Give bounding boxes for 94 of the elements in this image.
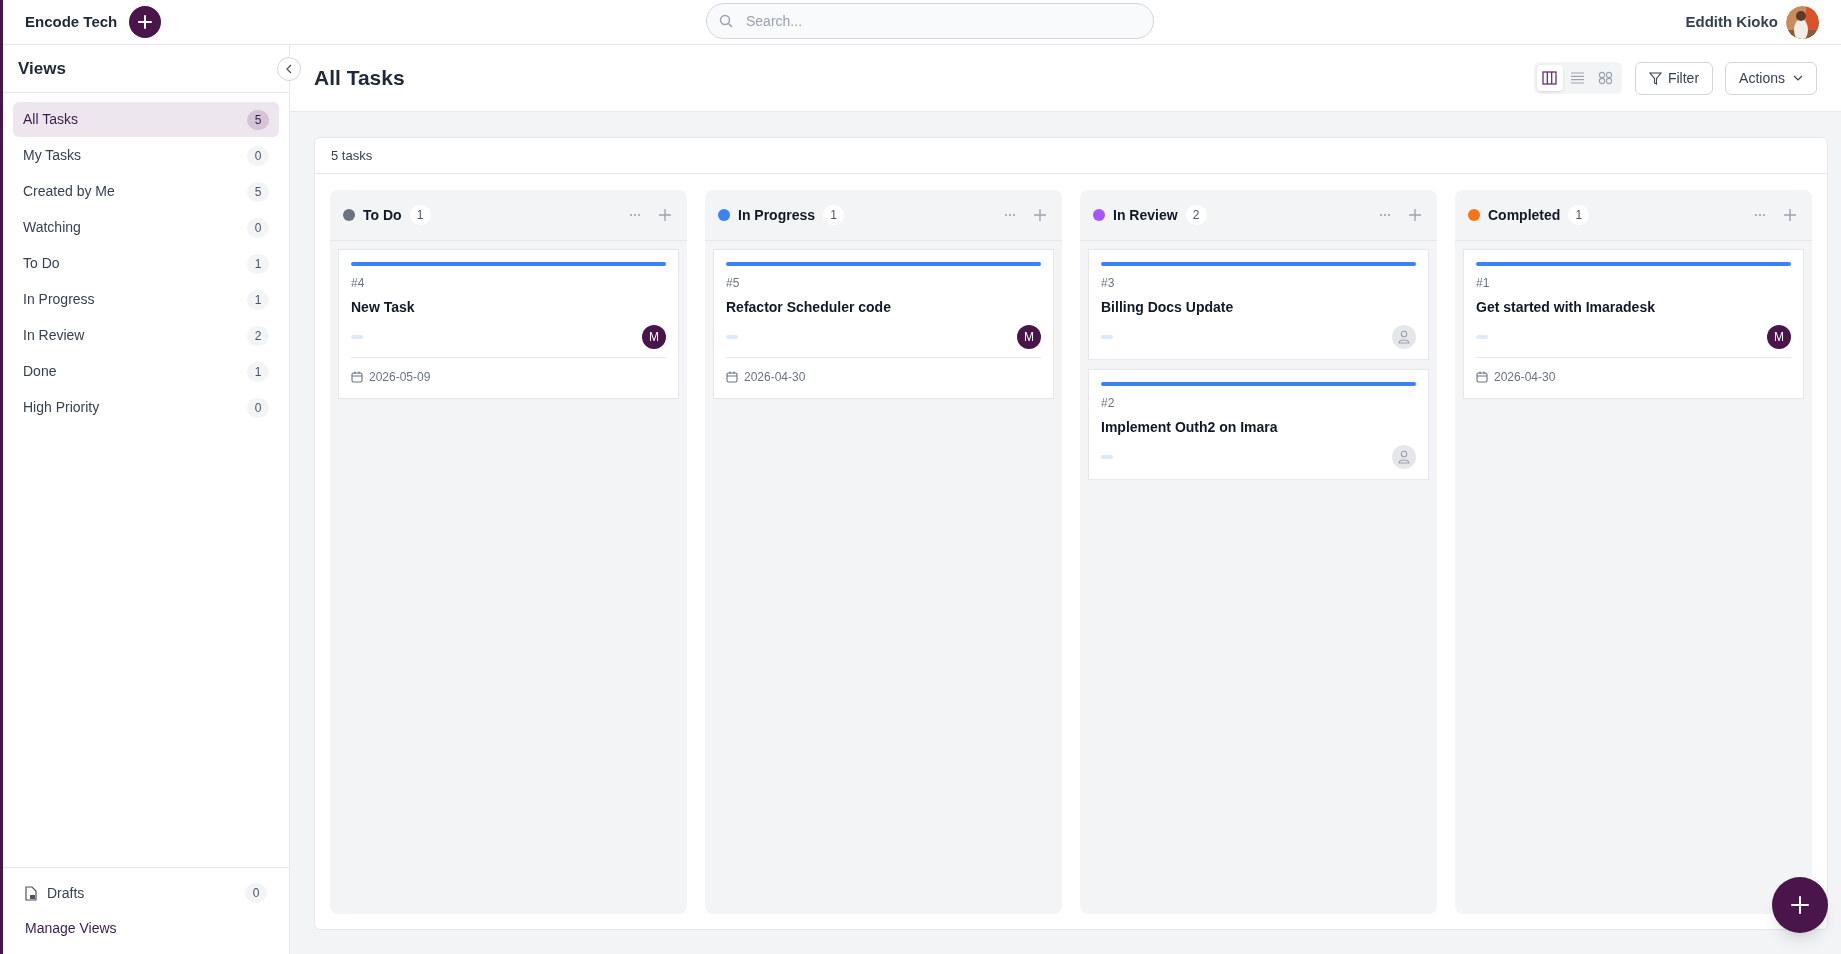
workspace-name: Encode Tech <box>25 11 118 32</box>
count-badge: 5 <box>247 181 269 202</box>
count-badge: 2 <box>1185 205 1207 225</box>
assignee-avatar: M <box>1017 325 1041 349</box>
more-icon <box>1379 213 1391 217</box>
more-icon <box>1754 213 1766 217</box>
count-badge: 0 <box>247 145 269 166</box>
due-date: 2026-04-30 <box>744 369 806 386</box>
filter-button[interactable]: Filter <box>1634 61 1714 95</box>
grid-icon <box>1598 71 1614 85</box>
drafts-item[interactable]: Drafts 0 <box>13 878 279 908</box>
task-title: Billing Docs Update <box>1101 298 1235 317</box>
task-number: #4 <box>351 275 366 292</box>
sidebar-item[interactable]: My Tasks 0 <box>13 138 279 173</box>
add-card-button[interactable] <box>656 206 674 224</box>
calendar-icon <box>726 371 738 383</box>
sidebar-item[interactable]: Done 1 <box>13 354 279 389</box>
task-count: 5 tasks <box>331 146 373 165</box>
task-card[interactable]: #4 New Task M 2026-05-09 <box>338 249 679 399</box>
chevron-left-icon <box>285 64 293 74</box>
sidebar-item[interactable]: Created by Me 5 <box>13 174 279 209</box>
actions-button[interactable]: Actions <box>1725 61 1817 95</box>
count-badge: 1 <box>823 205 845 225</box>
count-badge: 1 <box>247 361 269 382</box>
tag-chip <box>1101 455 1113 459</box>
task-title: New Task <box>351 298 416 317</box>
user-name: Eddith Kioko <box>1685 11 1778 32</box>
assignee-avatar: M <box>1767 325 1791 349</box>
sidebar-item[interactable]: Watching 0 <box>13 210 279 245</box>
task-number: #1 <box>1476 275 1491 292</box>
due-date: 2026-05-09 <box>369 369 431 386</box>
plus-icon <box>1790 895 1810 915</box>
add-card-button[interactable] <box>1031 206 1049 224</box>
assignee-avatar: M <box>642 325 666 349</box>
count-badge: 0 <box>247 217 269 238</box>
column-title: In Review <box>1113 205 1178 225</box>
task-card[interactable]: #1 Get started with Imaradesk M 2026-04-30 <box>1463 249 1804 399</box>
columns-icon <box>1542 71 1558 85</box>
plus-icon <box>1409 209 1421 221</box>
task-title: Get started with Imaradesk <box>1476 298 1656 317</box>
calendar-icon <box>351 371 363 383</box>
task-number: #5 <box>726 275 741 292</box>
count-badge: 0 <box>245 883 267 903</box>
collapse-button[interactable] <box>277 57 301 81</box>
tag-chip <box>1101 335 1113 339</box>
count-badge: 1 <box>247 289 269 310</box>
count-badge: 1 <box>409 205 431 225</box>
search-field[interactable]: Search... <box>706 3 1154 39</box>
task-card[interactable]: #2 Implement Outh2 on Imara <box>1088 369 1429 480</box>
calendar-icon <box>1476 371 1488 383</box>
document-icon <box>25 885 37 901</box>
tag-chip <box>726 335 738 339</box>
task-title: Refactor Scheduler code <box>726 298 892 317</box>
due-date: 2026-04-30 <box>1494 369 1556 386</box>
person-icon <box>1398 330 1410 344</box>
sidebar-item[interactable]: In Review 2 <box>13 318 279 353</box>
plus-icon <box>1034 209 1046 221</box>
task-number: #2 <box>1101 395 1116 412</box>
column-title: In Progress <box>738 205 816 225</box>
add-card-button[interactable] <box>1406 206 1424 224</box>
count-badge: 1 <box>1568 205 1590 225</box>
plus-icon <box>138 15 153 29</box>
page-title: All Tasks <box>314 65 405 92</box>
sidebar-item[interactable]: All Tasks 5 <box>13 102 279 137</box>
task-card[interactable]: #3 Billing Docs Update <box>1088 249 1429 360</box>
search-icon <box>719 14 733 28</box>
sidebar-item[interactable]: To Do 1 <box>13 246 279 281</box>
count-badge: 5 <box>247 109 269 130</box>
sidebar-item[interactable]: In Progress 1 <box>13 282 279 317</box>
add-button[interactable] <box>129 6 162 38</box>
person-icon <box>1398 450 1410 464</box>
add-card-button[interactable] <box>1781 206 1799 224</box>
count-badge: 1 <box>247 253 269 274</box>
column-title: To Do <box>363 205 402 225</box>
chevron-down-icon <box>1793 75 1803 81</box>
count-badge: 2 <box>247 325 269 346</box>
task-card[interactable]: #5 Refactor Scheduler code M 2026-04-30 <box>713 249 1054 399</box>
task-title: Implement Outh2 on Imara <box>1101 418 1279 437</box>
tag-chip <box>1476 335 1488 339</box>
more-icon <box>629 213 641 217</box>
filter-icon <box>1648 71 1662 85</box>
sidebar-item[interactable]: High Priority 0 <box>13 390 279 425</box>
view-mode-tab[interactable] <box>1536 65 1563 91</box>
plus-icon <box>659 209 671 221</box>
drafts-label: Drafts <box>47 883 85 903</box>
sidebar-title: Views <box>18 57 66 80</box>
tag-chip <box>351 335 363 339</box>
manage-views-link[interactable]: Manage Views <box>13 918 279 944</box>
column-title: Completed <box>1488 205 1561 225</box>
list-icon <box>1570 71 1586 85</box>
more-icon <box>1004 213 1016 217</box>
plus-icon <box>1784 209 1796 221</box>
count-badge: 0 <box>247 397 269 418</box>
task-number: #3 <box>1101 275 1116 292</box>
